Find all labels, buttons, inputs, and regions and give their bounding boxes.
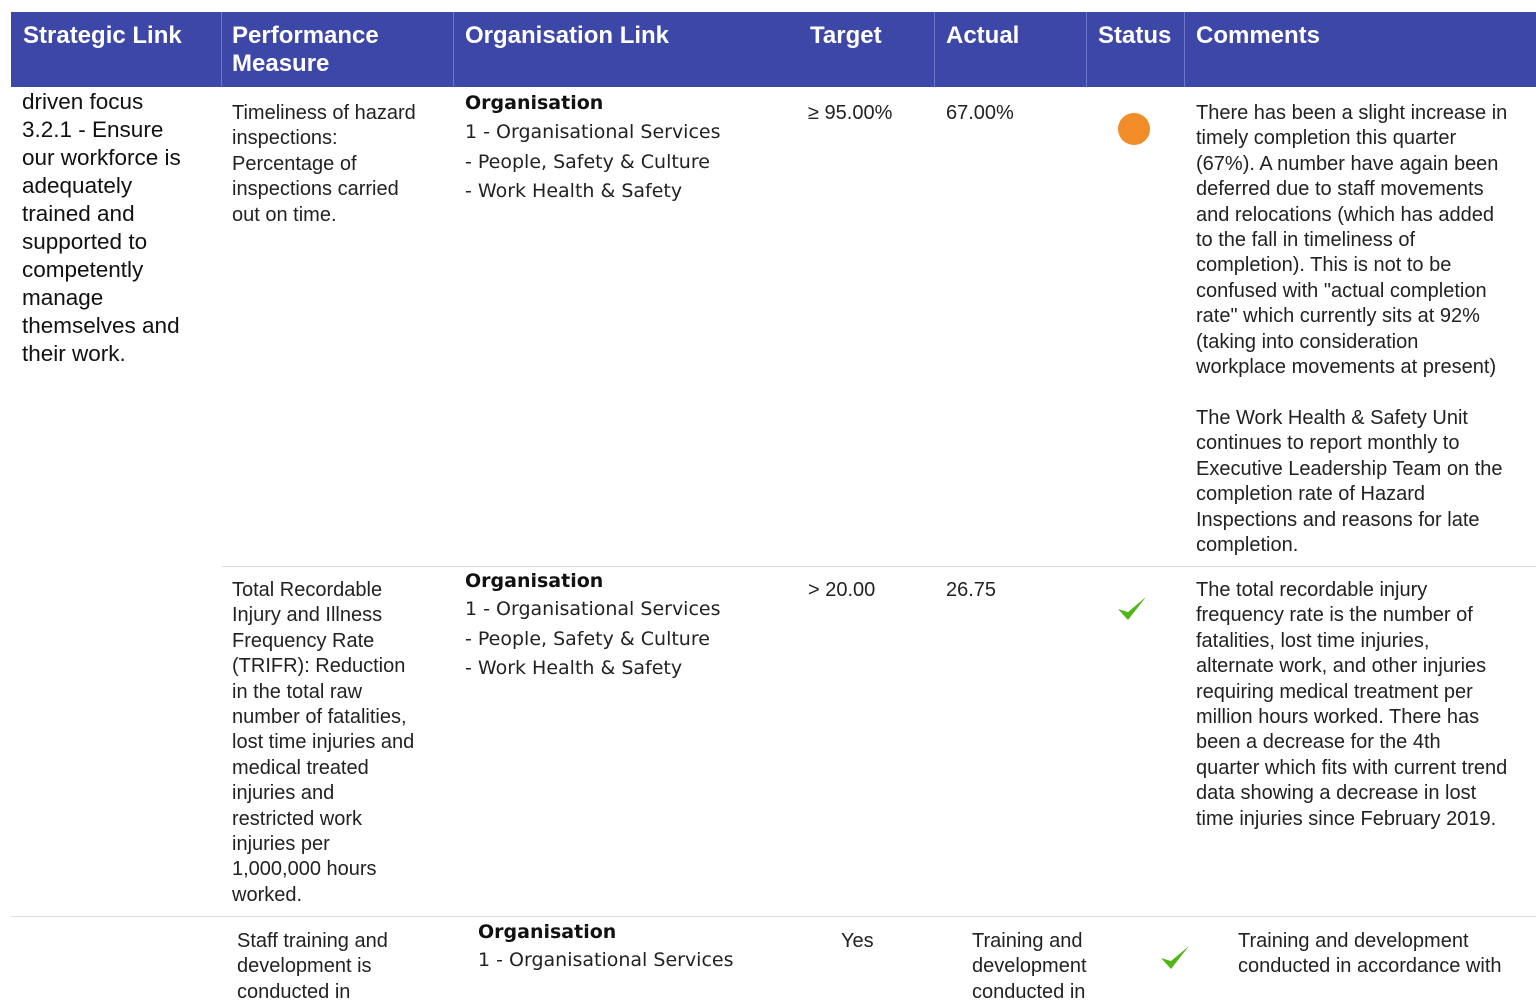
header-organisation-link: Organisation Link	[465, 22, 670, 49]
strategic-link-objective: 3.2.1 - Ensure our workforce is adequate…	[22, 117, 181, 366]
green-check-icon	[1118, 597, 1146, 620]
performance-measure: Timeliness of hazard inspections: Percen…	[232, 102, 416, 226]
header-actual: Actual	[946, 22, 1020, 49]
target-value: > 20.00	[808, 579, 876, 601]
header-divider	[1184, 12, 1185, 87]
comment-text: There has been a slight increase in time…	[1196, 102, 1508, 556]
organisation-heading: Organisation	[465, 570, 604, 592]
header-status: Status	[1098, 22, 1172, 49]
target-value: Yes	[841, 930, 874, 952]
organisation-heading: Organisation	[465, 92, 604, 114]
header-divider	[1086, 12, 1087, 87]
organisation-department: - People, Safety & Culture	[465, 150, 710, 173]
organisation-unit: 1 - Organisational Services	[478, 949, 734, 971]
actual-value: 26.75	[946, 579, 997, 601]
organisation-team-link[interactable]: - Work Health & Safety	[465, 177, 682, 207]
organisation-unit: 1 - Organisational Services	[465, 121, 721, 143]
amber-dot-icon	[1118, 113, 1150, 145]
strategic-link-context: driven focus	[22, 89, 144, 114]
header-target: Target	[810, 22, 882, 49]
header-strategic-link: Strategic Link	[23, 22, 182, 49]
row-divider	[222, 566, 1536, 567]
organisation-team-link[interactable]: - Work Health & Safety	[465, 654, 682, 684]
organisation-unit: 1 - Organisational Services	[465, 598, 721, 620]
actual-value: Training and development conducted in	[972, 930, 1087, 1003]
organisation-heading: Organisation	[478, 921, 617, 943]
header-comments: Comments	[1196, 22, 1321, 49]
performance-measure: Total Recordable Injury and Illness Freq…	[232, 579, 415, 906]
comment-text: The total recordable injury frequency ra…	[1196, 579, 1508, 830]
header-performance-measure: Performance Measure	[232, 22, 379, 77]
target-value: ≥ 95.00%	[808, 102, 893, 124]
row-divider	[11, 916, 1536, 917]
comment-text: Training and development conducted in ac…	[1238, 930, 1502, 978]
performance-measure: Staff training and development is conduc…	[237, 930, 388, 1003]
header-divider	[453, 12, 454, 87]
header-divider	[934, 12, 935, 87]
green-check-icon	[1161, 946, 1189, 969]
header-divider	[221, 12, 222, 87]
organisation-department: - People, Safety & Culture	[465, 627, 710, 650]
table-header: Strategic Link Performance Measure Organ…	[11, 12, 1536, 87]
actual-value: 67.00%	[946, 102, 1014, 124]
